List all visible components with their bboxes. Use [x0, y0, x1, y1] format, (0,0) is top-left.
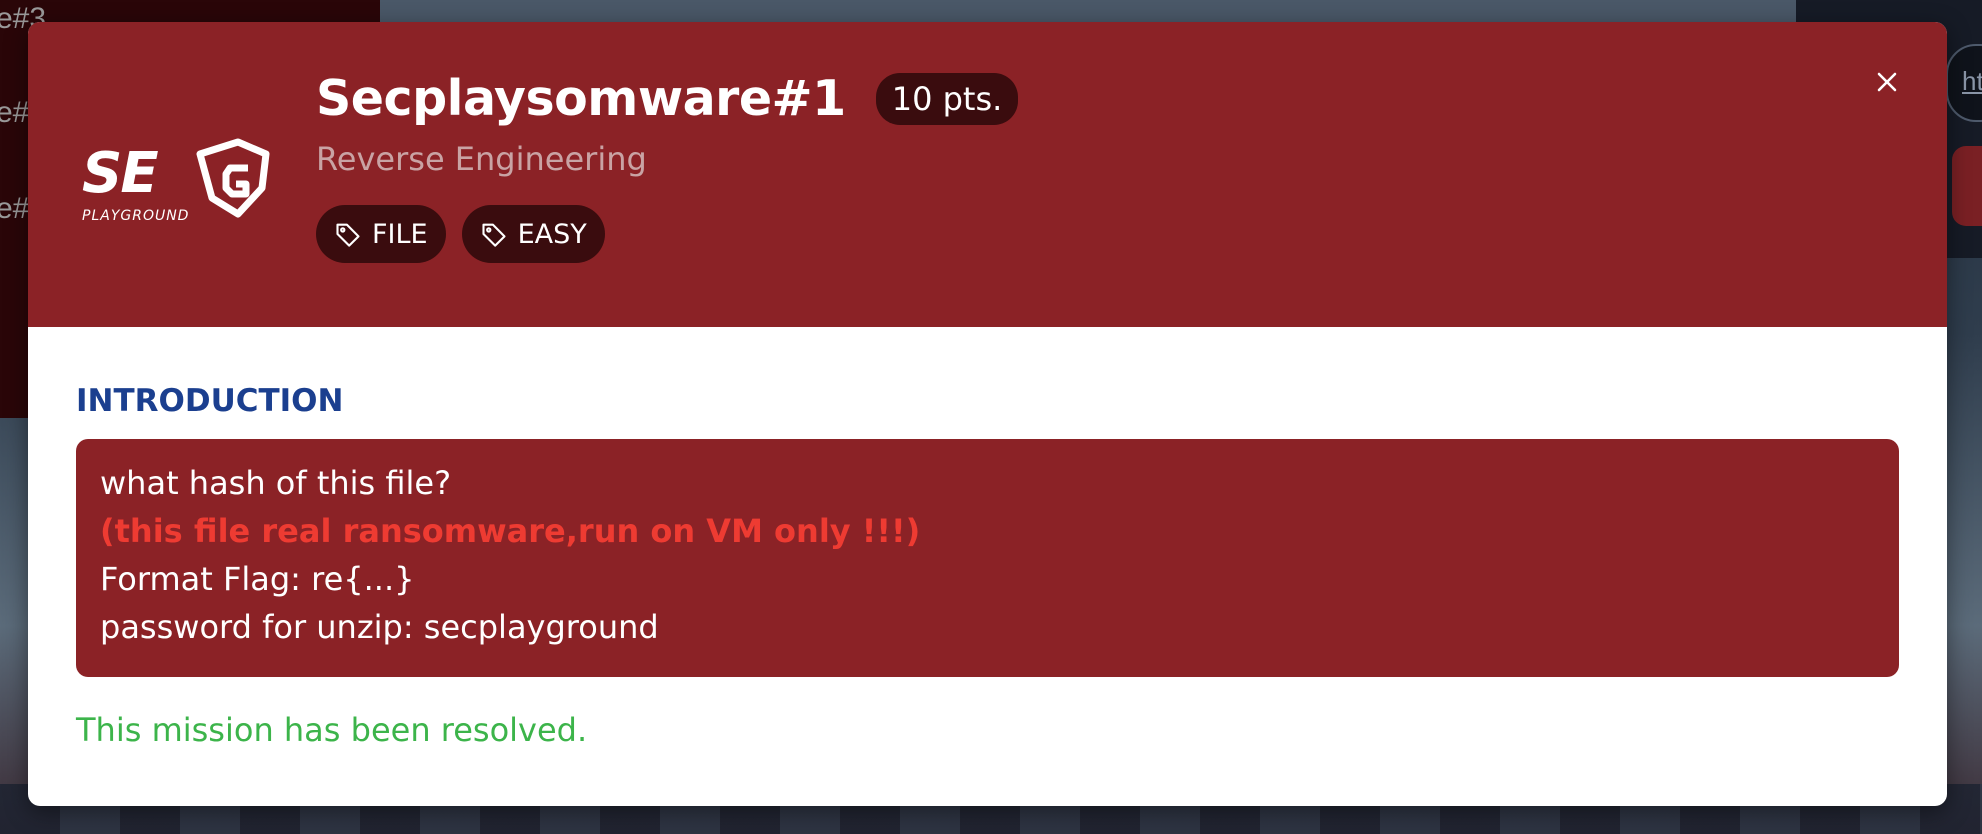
challenge-modal: SE PLAYGROUND Secplaysomware#1 10 pts. R…	[28, 22, 1947, 806]
background-top	[380, 0, 1800, 22]
close-icon	[1877, 72, 1897, 92]
points-badge: 10 pts.	[875, 72, 1019, 125]
title-row: Secplaysomware#1 10 pts.	[316, 70, 1019, 127]
background-link-pill: ht	[1946, 44, 1982, 122]
intro-line: what hash of this file?	[100, 464, 452, 502]
tag-icon	[482, 223, 506, 247]
logo-subtext: PLAYGROUND	[82, 208, 189, 224]
challenge-category: Reverse Engineering	[316, 140, 647, 178]
background-item: e#	[0, 96, 30, 129]
tag-icon	[336, 223, 360, 247]
challenge-title: Secplaysomware#1	[316, 70, 846, 127]
intro-warning: (this file real ransomware,run on VM onl…	[100, 512, 921, 550]
logo-text: SE	[82, 141, 158, 206]
tag-easy: EASY	[461, 205, 605, 263]
tag-label: EASY	[517, 218, 587, 250]
background-button	[1952, 146, 1982, 226]
modal-header: SE PLAYGROUND Secplaysomware#1 10 pts. R…	[28, 22, 1947, 327]
section-title: INTRODUCTION	[76, 383, 344, 419]
background-item: e#	[0, 192, 30, 225]
close-button[interactable]	[1867, 62, 1907, 102]
tag-list: FILE EASY	[316, 205, 605, 263]
intro-line: Format Flag: re{...}	[100, 560, 415, 598]
background-link: ht	[1962, 66, 1982, 96]
tag-file: FILE	[316, 205, 446, 263]
introduction-box: what hash of this file? (this file real …	[76, 439, 1899, 677]
intro-line: password for unzip: secplayground	[100, 608, 659, 646]
tag-label: FILE	[372, 218, 428, 250]
secplayground-logo: SE PLAYGROUND	[82, 138, 270, 224]
resolved-status: This mission has been resolved.	[76, 711, 588, 749]
